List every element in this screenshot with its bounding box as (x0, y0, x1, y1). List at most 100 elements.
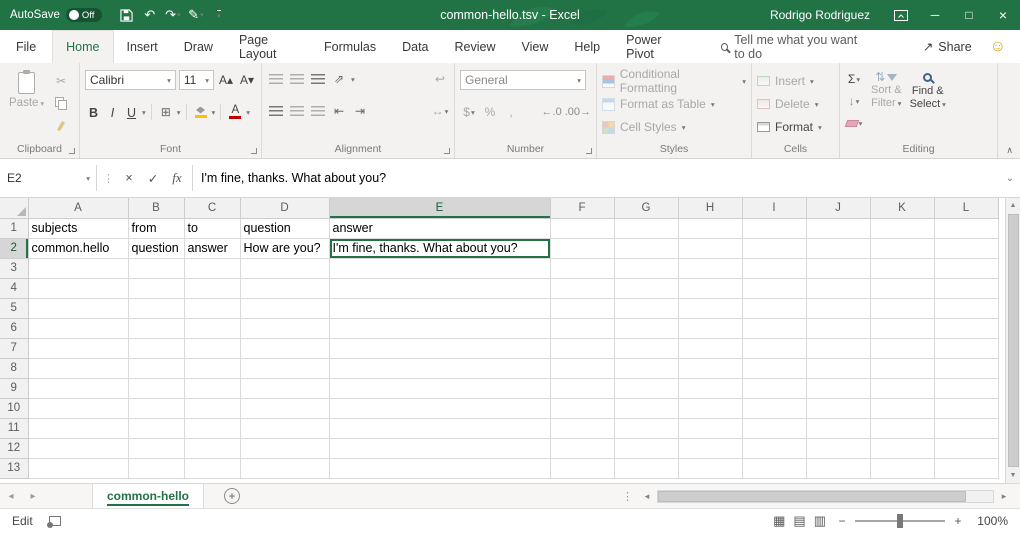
wrap-text-button[interactable]: ↩ (431, 70, 449, 88)
page-layout-view-button[interactable]: ▤ (793, 513, 805, 529)
cell-G8[interactable] (614, 358, 678, 378)
cell-J2[interactable] (806, 238, 870, 258)
fill-color-dropdown-icon[interactable]: ▾ (212, 108, 216, 117)
cell-E12[interactable] (329, 438, 550, 458)
format-painter-button[interactable] (52, 116, 70, 134)
cell-G9[interactable] (614, 378, 678, 398)
column-header-C[interactable]: C (184, 198, 240, 218)
cell-I11[interactable] (742, 418, 806, 438)
cell-L1[interactable] (934, 218, 998, 238)
cell-J6[interactable] (806, 318, 870, 338)
cell-B1[interactable]: from (128, 218, 184, 238)
cell-J7[interactable] (806, 338, 870, 358)
cell-D10[interactable] (240, 398, 329, 418)
cell-C10[interactable] (184, 398, 240, 418)
increase-font-size-button[interactable]: A▴ (217, 71, 235, 89)
touch-mode-button[interactable]: ✎▾ (185, 3, 207, 27)
cell-D2[interactable]: How are you? (240, 238, 329, 258)
row-header-12[interactable]: 12 (0, 438, 28, 458)
cell-H8[interactable] (678, 358, 742, 378)
column-header-E[interactable]: E (329, 198, 550, 218)
cell-I4[interactable] (742, 278, 806, 298)
cell-I8[interactable] (742, 358, 806, 378)
copy-button[interactable] (52, 94, 70, 112)
cell-F6[interactable] (550, 318, 614, 338)
close-button[interactable]: × (986, 0, 1020, 30)
bold-button[interactable]: B (85, 103, 102, 121)
cell-C6[interactable] (184, 318, 240, 338)
cell-D5[interactable] (240, 298, 329, 318)
cell-B5[interactable] (128, 298, 184, 318)
cell-G6[interactable] (614, 318, 678, 338)
cell-E6[interactable] (329, 318, 550, 338)
italic-button[interactable]: I (104, 103, 121, 121)
ribbon-display-options-button[interactable] (884, 0, 918, 30)
comma-style-button[interactable]: , (502, 103, 520, 121)
row-header-5[interactable]: 5 (0, 298, 28, 318)
column-header-B[interactable]: B (128, 198, 184, 218)
cell-L13[interactable] (934, 458, 998, 478)
cell-F1[interactable] (550, 218, 614, 238)
cell-D3[interactable] (240, 258, 329, 278)
collapse-ribbon-button[interactable]: ∧ (1006, 145, 1013, 156)
cell-E11[interactable] (329, 418, 550, 438)
horizontal-scrollbar-track[interactable] (657, 490, 994, 503)
minimize-button[interactable]: ─ (918, 0, 952, 30)
cell-E3[interactable] (329, 258, 550, 278)
cell-G2[interactable] (614, 238, 678, 258)
cell-B7[interactable] (128, 338, 184, 358)
cell-F5[interactable] (550, 298, 614, 318)
cell-K13[interactable] (870, 458, 934, 478)
cell-L7[interactable] (934, 338, 998, 358)
cell-A5[interactable] (28, 298, 128, 318)
expand-formula-bar-button[interactable]: ⌄ (1000, 173, 1020, 184)
cell-D11[interactable] (240, 418, 329, 438)
cell-K1[interactable] (870, 218, 934, 238)
tab-insert[interactable]: Insert (114, 30, 171, 63)
cell-J13[interactable] (806, 458, 870, 478)
zoom-level[interactable]: 100% (974, 514, 1008, 528)
cell-A11[interactable] (28, 418, 128, 438)
zoom-out-button[interactable]: − (836, 514, 848, 528)
underline-dropdown-icon[interactable]: ▾ (142, 108, 146, 117)
macro-record-icon[interactable] (49, 516, 61, 526)
conditional-formatting-button[interactable]: Conditional Formatting ▾ (602, 71, 746, 91)
cell-J3[interactable] (806, 258, 870, 278)
cell-H6[interactable] (678, 318, 742, 338)
row-header-2[interactable]: 2 (0, 238, 28, 258)
percent-style-button[interactable]: % (481, 103, 499, 121)
cell-K10[interactable] (870, 398, 934, 418)
cell-D4[interactable] (240, 278, 329, 298)
decrease-font-size-button[interactable]: A▾ (238, 71, 256, 89)
cell-D12[interactable] (240, 438, 329, 458)
cell-G12[interactable] (614, 438, 678, 458)
tab-data[interactable]: Data (389, 30, 441, 63)
row-header-8[interactable]: 8 (0, 358, 28, 378)
cell-F12[interactable] (550, 438, 614, 458)
cell-F4[interactable] (550, 278, 614, 298)
find-select-button[interactable]: Find & Select▾ (910, 70, 946, 140)
column-header-J[interactable]: J (806, 198, 870, 218)
cell-K3[interactable] (870, 258, 934, 278)
cell-B2[interactable]: question (128, 238, 184, 258)
borders-dropdown-icon[interactable]: ▾ (177, 108, 181, 117)
increase-decimal-button[interactable]: ←.0 (542, 103, 562, 121)
cell-D9[interactable] (240, 378, 329, 398)
column-header-F[interactable]: F (550, 198, 614, 218)
cell-C7[interactable] (184, 338, 240, 358)
tab-page-layout[interactable]: Page Layout (226, 30, 311, 63)
cell-C8[interactable] (184, 358, 240, 378)
column-header-A[interactable]: A (28, 198, 128, 218)
middle-align-button[interactable] (288, 70, 306, 88)
cell-H13[interactable] (678, 458, 742, 478)
cell-I9[interactable] (742, 378, 806, 398)
cell-C5[interactable] (184, 298, 240, 318)
scroll-up-button[interactable]: ▲ (1006, 198, 1020, 213)
cell-A2[interactable]: common.hello (28, 238, 128, 258)
cell-L4[interactable] (934, 278, 998, 298)
row-header-6[interactable]: 6 (0, 318, 28, 338)
row-header-11[interactable]: 11 (0, 418, 28, 438)
column-header-I[interactable]: I (742, 198, 806, 218)
cell-A4[interactable] (28, 278, 128, 298)
sort-filter-button[interactable]: ⇅ Sort & Filter▾ (871, 70, 902, 140)
